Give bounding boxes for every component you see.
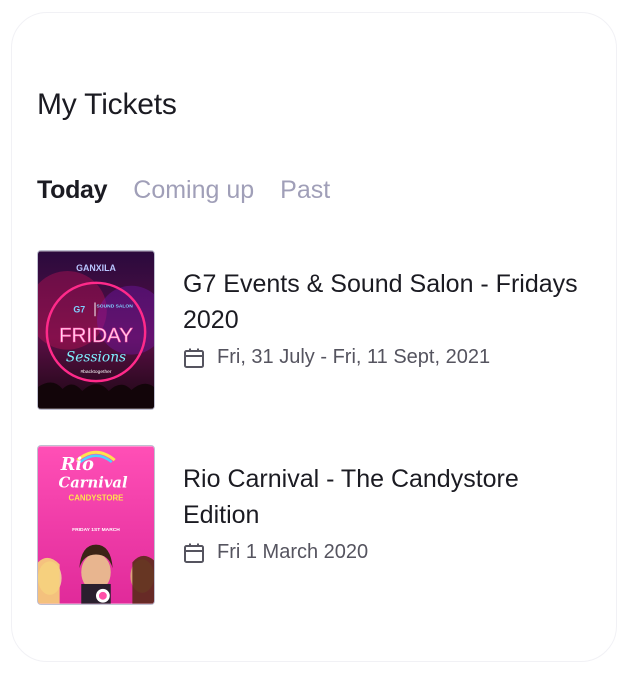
poster-headline-1: Rio xyxy=(60,454,94,475)
event-poster-image: Rio Carnival CANDYSTORE FRIDAY 1ST MARCH xyxy=(37,445,155,605)
ticket-name: G7 Events & Sound Salon - Fridays 2020 xyxy=(183,270,578,334)
calendar-icon xyxy=(184,543,204,563)
ticket-item[interactable]: Rio Carnival CANDYSTORE FRIDAY 1ST MARCH… xyxy=(37,445,597,607)
page-title: My Tickets xyxy=(37,88,177,121)
poster-brand-left: G7 xyxy=(73,304,85,314)
ticket-name: Rio Carnival - The Candystore Edition xyxy=(183,465,519,529)
poster-top-text: GANXILA xyxy=(76,263,116,273)
poster-hashtag: #backtogether xyxy=(80,369,111,375)
tab-today[interactable]: Today xyxy=(37,176,108,205)
poster-headline-2: Carnival xyxy=(59,475,128,492)
tab-past[interactable]: Past xyxy=(280,176,330,205)
ticket-date-text: Fri 1 March 2020 xyxy=(217,541,369,563)
ticket-date: Fri, 31 July - Fri, 11 Sept, 2021 xyxy=(183,346,490,369)
calendar-icon xyxy=(184,348,204,368)
ticket-date-text: Fri, 31 July - Fri, 11 Sept, 2021 xyxy=(217,346,491,368)
poster-subtitle: CANDYSTORE xyxy=(69,493,124,502)
ticket-date: Fri 1 March 2020 xyxy=(183,541,368,564)
ticket-tabs: Today Coming up Past xyxy=(37,176,330,205)
tab-coming-up[interactable]: Coming up xyxy=(133,176,254,205)
poster-date-line: FRIDAY 1ST MARCH xyxy=(72,527,120,533)
poster-brand-right: SOUND SALON xyxy=(97,303,134,309)
ticket-item[interactable]: GANXILA G7 SOUND SALON FRIDAY Sessions #… xyxy=(37,250,597,412)
poster-headline: FRIDAY xyxy=(59,324,133,347)
poster-script: Sessions xyxy=(66,349,126,365)
event-poster-image: GANXILA G7 SOUND SALON FRIDAY Sessions #… xyxy=(37,250,155,410)
